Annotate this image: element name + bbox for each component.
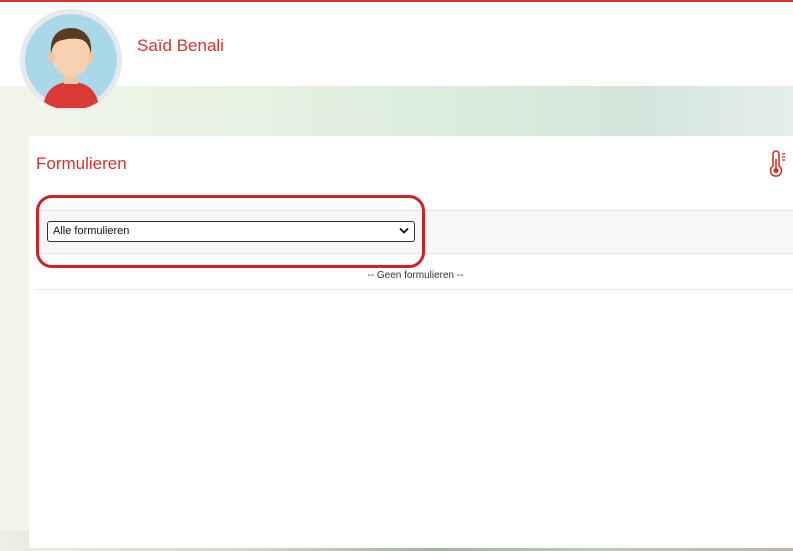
- page-title: Formulieren: [36, 154, 127, 173]
- avatar[interactable]: [21, 10, 121, 110]
- divider: [36, 289, 793, 290]
- user-name[interactable]: Saïd Benali: [137, 36, 224, 56]
- thermometer-icon[interactable]: [768, 150, 788, 178]
- forms-panel: Formulieren Alle formulieren -- Geen for…: [29, 136, 793, 548]
- highlight-annotation: [36, 195, 425, 268]
- empty-state-message: -- Geen formulieren --: [367, 270, 464, 281]
- person-avatar-icon: [21, 10, 121, 110]
